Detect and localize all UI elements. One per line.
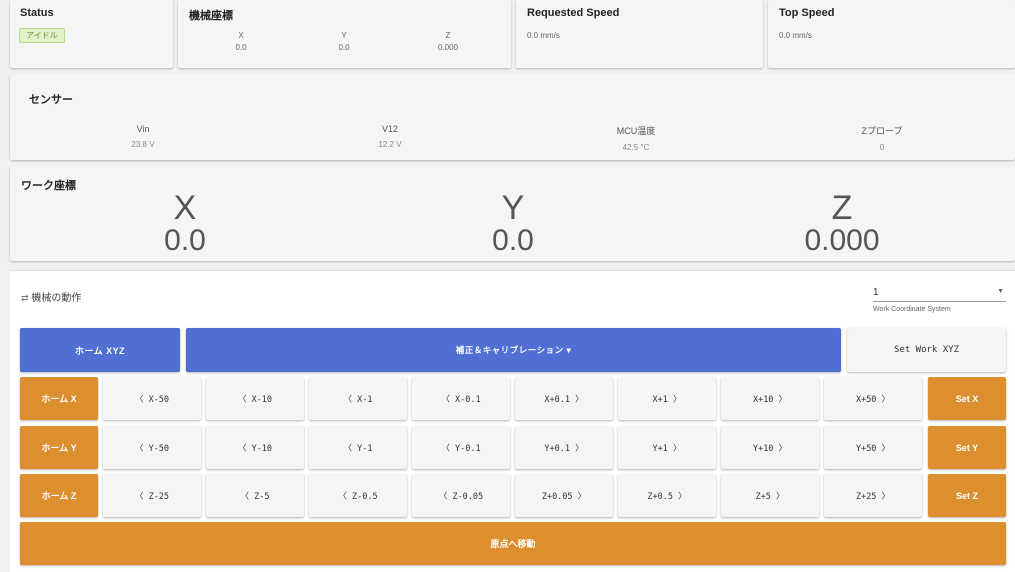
requested-speed-title: Requested Speed [527,7,620,19]
jog-z-plus-5-button[interactable]: Z+5 〉 [721,474,819,517]
machine-y-value: 0.0 [338,43,350,52]
jog-z-minus-5-button[interactable]: 〈 Z-5 [206,474,304,517]
home-xyz-button[interactable]: ホーム XYZ [20,328,180,372]
work-x-label: X [173,189,197,227]
jog-x-plus-50-button[interactable]: X+50 〉 [824,377,922,420]
home-x-button[interactable]: ホーム X [20,377,98,420]
sensor-vin: Vin 23.8 V [83,124,203,149]
work-y: Y 0.0 [413,191,613,257]
sensors-card: センサー Vin 23.8 V V12 12.2 V MCU温度 42.5 °C… [10,74,1015,160]
sensor-zprobe-label: Zプローブ [861,126,903,136]
machine-x: X 0.0 [211,31,271,52]
wcs-select-value: 1 [873,287,879,298]
calibration-button[interactable]: 補正＆キャリブレーション ▾ [186,328,841,372]
work-coords-title: ワーク座標 [21,180,76,192]
machine-coords-card: 機械座標 X 0.0 Y 0.0 Z 0.000 [178,0,511,68]
status-badge: アイドル [19,28,65,43]
set-x-button[interactable]: Set X [928,377,1006,420]
jog-x-plus-10-button[interactable]: X+10 〉 [721,377,819,420]
jog-x-minus-10-button[interactable]: 〈 X-10 [206,377,304,420]
top-speed-title: Top Speed [779,7,835,19]
work-x-value: 0.0 [164,224,206,257]
machine-ops-header: ⇄ 機械の動作 [21,289,81,304]
machine-z-label: Z [445,31,451,40]
jog-z-plus-25-button[interactable]: Z+25 〉 [824,474,922,517]
jog-y-plus-50-button[interactable]: Y+50 〉 [824,426,922,469]
jog-y-plus-1-button[interactable]: Y+1 〉 [618,426,716,469]
set-y-button[interactable]: Set Y [928,426,1006,469]
jog-y-minus-1-button[interactable]: 〈 Y-1 [309,426,407,469]
work-z-label: Z [831,189,853,227]
top-speed-value: 0.0 mm/s [779,31,812,40]
work-coords-card: ワーク座標 X 0.0 Y 0.0 Z 0.000 [10,166,1015,261]
jog-x-minus-50-button[interactable]: 〈 X-50 [103,377,201,420]
jog-x-plus-1-button[interactable]: X+1 〉 [618,377,716,420]
home-z-button[interactable]: ホーム Z [20,474,98,517]
jog-z-minus-0.5-button[interactable]: 〈 Z-0.5 [309,474,407,517]
machine-z: Z 0.000 [418,31,478,52]
sensor-v12-value: 12.2 V [378,140,402,149]
machine-x-label: X [238,31,244,40]
machine-ops-panel: ⇄ 機械の動作 1 ▼ Work Coordinate System ホーム X… [10,270,1015,572]
machine-y: Y 0.0 [314,31,374,52]
chevron-down-icon: ▼ [997,288,1004,295]
machine-ops-title: 機械の動作 [31,293,82,304]
jog-x-minus-1-button[interactable]: 〈 X-1 [309,377,407,420]
sensor-zprobe-value: 0 [879,143,885,152]
requested-speed-card: Requested Speed 0.0 mm/s [516,0,763,68]
sensor-mcu-temp-value: 42.5 °C [622,143,650,152]
wcs-select[interactable]: 1 ▼ Work Coordinate System [873,285,1006,313]
jog-y-plus-10-button[interactable]: Y+10 〉 [721,426,819,469]
sensor-vin-value: 23.8 V [131,140,155,149]
machine-y-label: Y [341,31,347,40]
jog-z-plus-0.05-button[interactable]: Z+0.05 〉 [515,474,613,517]
jog-z-minus-25-button[interactable]: 〈 Z-25 [103,474,201,517]
jog-z-plus-0.5-button[interactable]: Z+0.5 〉 [618,474,716,517]
wcs-select-label: Work Coordinate System [873,306,951,313]
jog-x-plus-0.1-button[interactable]: X+0.1 〉 [515,377,613,420]
jog-y-minus-0.1-button[interactable]: 〈 Y-0.1 [412,426,510,469]
work-x: X 0.0 [85,191,285,257]
jog-y-plus-0.1-button[interactable]: Y+0.1 〉 [515,426,613,469]
sensor-v12: V12 12.2 V [330,124,450,149]
home-y-button[interactable]: ホーム Y [20,426,98,469]
work-y-label: Y [501,189,525,227]
sensor-zprobe: Zプローブ 0 [822,124,942,152]
work-z-value: 0.000 [804,224,880,257]
status-title: Status [20,7,54,19]
status-card: Status アイドル [10,0,173,68]
set-z-button[interactable]: Set Z [928,474,1006,517]
machine-coords-title: 機械座標 [189,10,233,22]
work-y-value: 0.0 [492,224,534,257]
go-to-origin-button[interactable]: 原点へ移動 [20,522,1006,565]
set-work-xyz-button[interactable]: Set Work XYZ [847,328,1006,372]
sensors-title: センサー [29,94,73,106]
swap-icon: ⇄ [21,293,29,303]
jog-x-minus-0.1-button[interactable]: 〈 X-0.1 [412,377,510,420]
work-z: Z 0.000 [742,191,942,257]
jog-y-minus-50-button[interactable]: 〈 Y-50 [103,426,201,469]
sensor-mcu-temp-label: MCU温度 [616,126,656,136]
sensor-v12-label: V12 [381,124,398,134]
jog-z-minus-0.05-button[interactable]: 〈 Z-0.05 [412,474,510,517]
jog-y-minus-10-button[interactable]: 〈 Y-10 [206,426,304,469]
sensor-mcu-temp: MCU温度 42.5 °C [576,124,696,152]
requested-speed-value: 0.0 mm/s [527,31,560,40]
machine-z-value: 0.000 [437,43,459,52]
sensor-vin-label: Vin [136,124,150,134]
machine-x-value: 0.0 [235,43,247,52]
top-speed-card: Top Speed 0.0 mm/s [768,0,1015,68]
